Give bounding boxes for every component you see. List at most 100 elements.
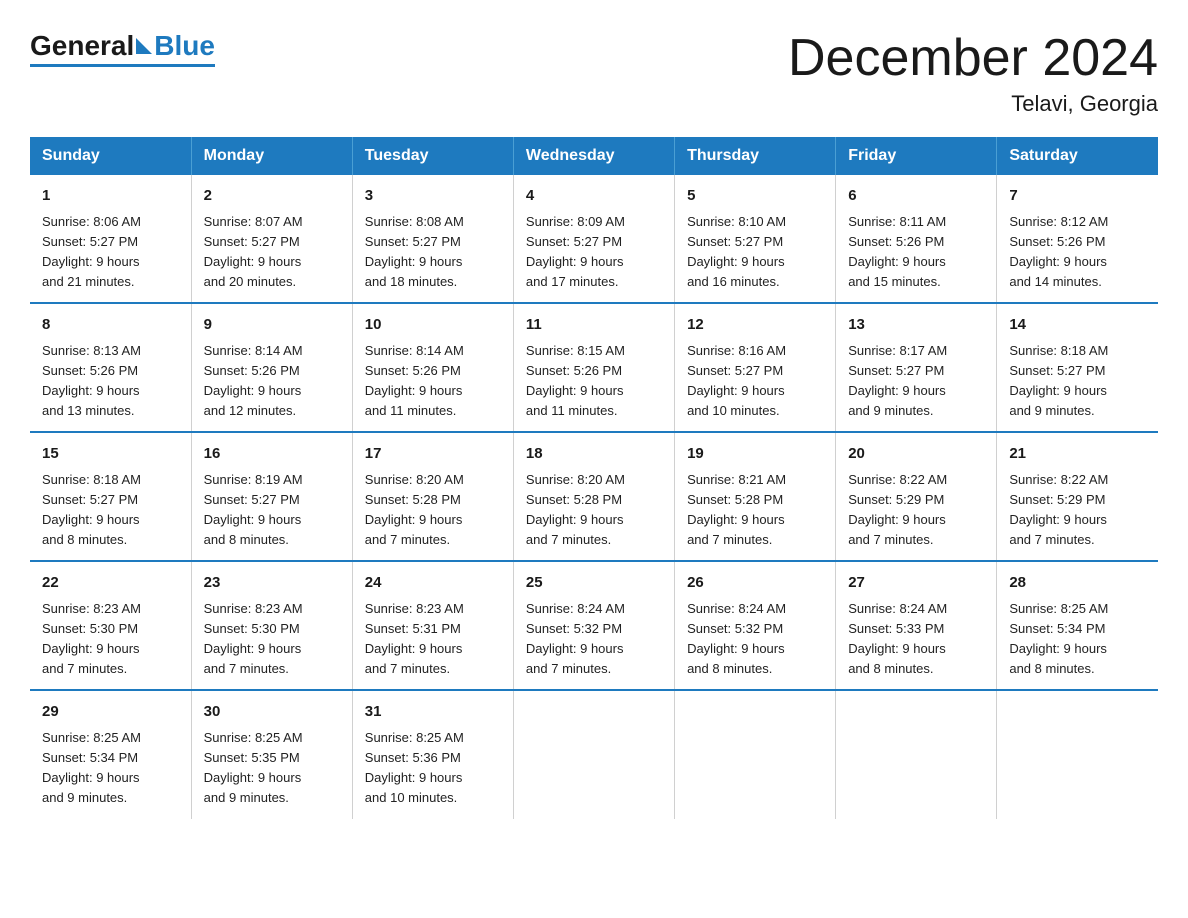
day-info: Sunrise: 8:25 AMSunset: 5:35 PMDaylight:… bbox=[204, 728, 340, 809]
day-number: 22 bbox=[42, 572, 179, 595]
day-number: 31 bbox=[365, 701, 501, 724]
calendar-header: Sunday Monday Tuesday Wednesday Thursday… bbox=[30, 137, 1158, 175]
day-info: Sunrise: 8:15 AMSunset: 5:26 PMDaylight:… bbox=[526, 341, 662, 422]
logo-general: General bbox=[30, 30, 134, 62]
day-info: Sunrise: 8:23 AMSunset: 5:31 PMDaylight:… bbox=[365, 599, 501, 680]
day-info: Sunrise: 8:24 AMSunset: 5:32 PMDaylight:… bbox=[526, 599, 662, 680]
subtitle: Telavi, Georgia bbox=[788, 91, 1158, 117]
day-info: Sunrise: 8:14 AMSunset: 5:26 PMDaylight:… bbox=[204, 341, 340, 422]
day-number: 20 bbox=[848, 443, 984, 466]
col-wednesday: Wednesday bbox=[513, 137, 674, 175]
col-thursday: Thursday bbox=[675, 137, 836, 175]
calendar-cell: 30 Sunrise: 8:25 AMSunset: 5:35 PMDayligh… bbox=[191, 690, 352, 818]
day-number: 24 bbox=[365, 572, 501, 595]
day-number: 2 bbox=[204, 185, 340, 208]
day-number: 11 bbox=[526, 314, 662, 337]
day-info: Sunrise: 8:25 AMSunset: 5:36 PMDaylight:… bbox=[365, 728, 501, 809]
calendar-cell: 9 Sunrise: 8:14 AMSunset: 5:26 PMDaylight… bbox=[191, 303, 352, 432]
col-tuesday: Tuesday bbox=[352, 137, 513, 175]
header-row: Sunday Monday Tuesday Wednesday Thursday… bbox=[30, 137, 1158, 175]
calendar-cell: 17 Sunrise: 8:20 AMSunset: 5:28 PMDayligh… bbox=[352, 432, 513, 561]
day-info: Sunrise: 8:17 AMSunset: 5:27 PMDaylight:… bbox=[848, 341, 984, 422]
calendar-cell: 7 Sunrise: 8:12 AMSunset: 5:26 PMDaylight… bbox=[997, 175, 1158, 303]
calendar-cell: 25 Sunrise: 8:24 AMSunset: 5:32 PMDayligh… bbox=[513, 561, 674, 690]
calendar-cell: 3 Sunrise: 8:08 AMSunset: 5:27 PMDaylight… bbox=[352, 175, 513, 303]
calendar-cell: 16Sunrise: 8:19 AMSunset: 5:27 PMDayligh… bbox=[191, 432, 352, 561]
day-info: Sunrise: 8:14 AMSunset: 5:26 PMDaylight:… bbox=[365, 341, 501, 422]
calendar-week-row: 1 Sunrise: 8:06 AMSunset: 5:27 PMDaylight… bbox=[30, 175, 1158, 303]
col-monday: Monday bbox=[191, 137, 352, 175]
day-number: 19 bbox=[687, 443, 823, 466]
day-info: Sunrise: 8:24 AMSunset: 5:32 PMDaylight:… bbox=[687, 599, 823, 680]
day-info: Sunrise: 8:22 AMSunset: 5:29 PMDaylight:… bbox=[848, 470, 984, 551]
day-number: 30 bbox=[204, 701, 340, 724]
logo: General Blue bbox=[30, 30, 215, 67]
calendar-cell: 15Sunrise: 8:18 AMSunset: 5:27 PMDayligh… bbox=[30, 432, 191, 561]
calendar-table: Sunday Monday Tuesday Wednesday Thursday… bbox=[30, 137, 1158, 818]
day-number: 14 bbox=[1009, 314, 1146, 337]
calendar-body: 1 Sunrise: 8:06 AMSunset: 5:27 PMDaylight… bbox=[30, 175, 1158, 818]
calendar-cell: 23Sunrise: 8:23 AMSunset: 5:30 PMDayligh… bbox=[191, 561, 352, 690]
logo-arrow-icon bbox=[136, 38, 152, 54]
day-number: 9 bbox=[204, 314, 340, 337]
day-number: 7 bbox=[1009, 185, 1146, 208]
calendar-cell: 27Sunrise: 8:24 AMSunset: 5:33 PMDayligh… bbox=[836, 561, 997, 690]
page-title: December 2024 bbox=[788, 30, 1158, 87]
day-number: 13 bbox=[848, 314, 984, 337]
day-info: Sunrise: 8:25 AMSunset: 5:34 PMDaylight:… bbox=[1009, 599, 1146, 680]
day-info: Sunrise: 8:20 AMSunset: 5:28 PMDaylight:… bbox=[365, 470, 501, 551]
day-info: Sunrise: 8:08 AMSunset: 5:27 PMDaylight:… bbox=[365, 212, 501, 293]
day-number: 25 bbox=[526, 572, 662, 595]
calendar-cell: 29 Sunrise: 8:25 AMSunset: 5:34 PMDayligh… bbox=[30, 690, 191, 818]
day-info: Sunrise: 8:09 AMSunset: 5:27 PMDaylight:… bbox=[526, 212, 662, 293]
day-info: Sunrise: 8:11 AMSunset: 5:26 PMDaylight:… bbox=[848, 212, 984, 293]
day-info: Sunrise: 8:12 AMSunset: 5:26 PMDaylight:… bbox=[1009, 212, 1146, 293]
col-friday: Friday bbox=[836, 137, 997, 175]
calendar-week-row: 22Sunrise: 8:23 AMSunset: 5:30 PMDayligh… bbox=[30, 561, 1158, 690]
calendar-cell: 22Sunrise: 8:23 AMSunset: 5:30 PMDayligh… bbox=[30, 561, 191, 690]
day-info: Sunrise: 8:18 AMSunset: 5:27 PMDaylight:… bbox=[1009, 341, 1146, 422]
calendar-cell: 4 Sunrise: 8:09 AMSunset: 5:27 PMDaylight… bbox=[513, 175, 674, 303]
day-number: 16 bbox=[204, 443, 340, 466]
day-info: Sunrise: 8:20 AMSunset: 5:28 PMDaylight:… bbox=[526, 470, 662, 551]
calendar-cell: 19Sunrise: 8:21 AMSunset: 5:28 PMDayligh… bbox=[675, 432, 836, 561]
day-number: 10 bbox=[365, 314, 501, 337]
calendar-cell: 10 Sunrise: 8:14 AMSunset: 5:26 PMDayligh… bbox=[352, 303, 513, 432]
calendar-cell bbox=[513, 690, 674, 818]
day-info: Sunrise: 8:16 AMSunset: 5:27 PMDaylight:… bbox=[687, 341, 823, 422]
day-number: 1 bbox=[42, 185, 179, 208]
calendar-week-row: 15Sunrise: 8:18 AMSunset: 5:27 PMDayligh… bbox=[30, 432, 1158, 561]
day-info: Sunrise: 8:18 AMSunset: 5:27 PMDaylight:… bbox=[42, 470, 179, 551]
day-info: Sunrise: 8:10 AMSunset: 5:27 PMDaylight:… bbox=[687, 212, 823, 293]
calendar-cell: 13 Sunrise: 8:17 AMSunset: 5:27 PMDayligh… bbox=[836, 303, 997, 432]
calendar-cell: 2Sunrise: 8:07 AMSunset: 5:27 PMDaylight… bbox=[191, 175, 352, 303]
calendar-cell: 14 Sunrise: 8:18 AMSunset: 5:27 PMDayligh… bbox=[997, 303, 1158, 432]
day-number: 3 bbox=[365, 185, 501, 208]
day-info: Sunrise: 8:13 AMSunset: 5:26 PMDaylight:… bbox=[42, 341, 179, 422]
calendar-week-row: 29 Sunrise: 8:25 AMSunset: 5:34 PMDayligh… bbox=[30, 690, 1158, 818]
calendar-cell: 18 Sunrise: 8:20 AMSunset: 5:28 PMDayligh… bbox=[513, 432, 674, 561]
calendar-cell: 21Sunrise: 8:22 AMSunset: 5:29 PMDayligh… bbox=[997, 432, 1158, 561]
day-number: 18 bbox=[526, 443, 662, 466]
day-number: 29 bbox=[42, 701, 179, 724]
calendar-cell bbox=[675, 690, 836, 818]
day-number: 5 bbox=[687, 185, 823, 208]
day-number: 6 bbox=[848, 185, 984, 208]
day-number: 12 bbox=[687, 314, 823, 337]
logo-text: General Blue bbox=[30, 30, 215, 62]
day-number: 23 bbox=[204, 572, 340, 595]
logo-blue: Blue bbox=[154, 30, 215, 62]
calendar-cell: 1 Sunrise: 8:06 AMSunset: 5:27 PMDaylight… bbox=[30, 175, 191, 303]
calendar-cell: 8Sunrise: 8:13 AMSunset: 5:26 PMDaylight… bbox=[30, 303, 191, 432]
day-number: 4 bbox=[526, 185, 662, 208]
day-number: 26 bbox=[687, 572, 823, 595]
day-number: 28 bbox=[1009, 572, 1146, 595]
day-info: Sunrise: 8:06 AMSunset: 5:27 PMDaylight:… bbox=[42, 212, 179, 293]
calendar-week-row: 8Sunrise: 8:13 AMSunset: 5:26 PMDaylight… bbox=[30, 303, 1158, 432]
calendar-cell: 28 Sunrise: 8:25 AMSunset: 5:34 PMDayligh… bbox=[997, 561, 1158, 690]
day-number: 17 bbox=[365, 443, 501, 466]
header: General Blue December 2024 Telavi, Georg… bbox=[30, 30, 1158, 117]
day-number: 27 bbox=[848, 572, 984, 595]
day-info: Sunrise: 8:25 AMSunset: 5:34 PMDaylight:… bbox=[42, 728, 179, 809]
calendar-cell: 24 Sunrise: 8:23 AMSunset: 5:31 PMDayligh… bbox=[352, 561, 513, 690]
